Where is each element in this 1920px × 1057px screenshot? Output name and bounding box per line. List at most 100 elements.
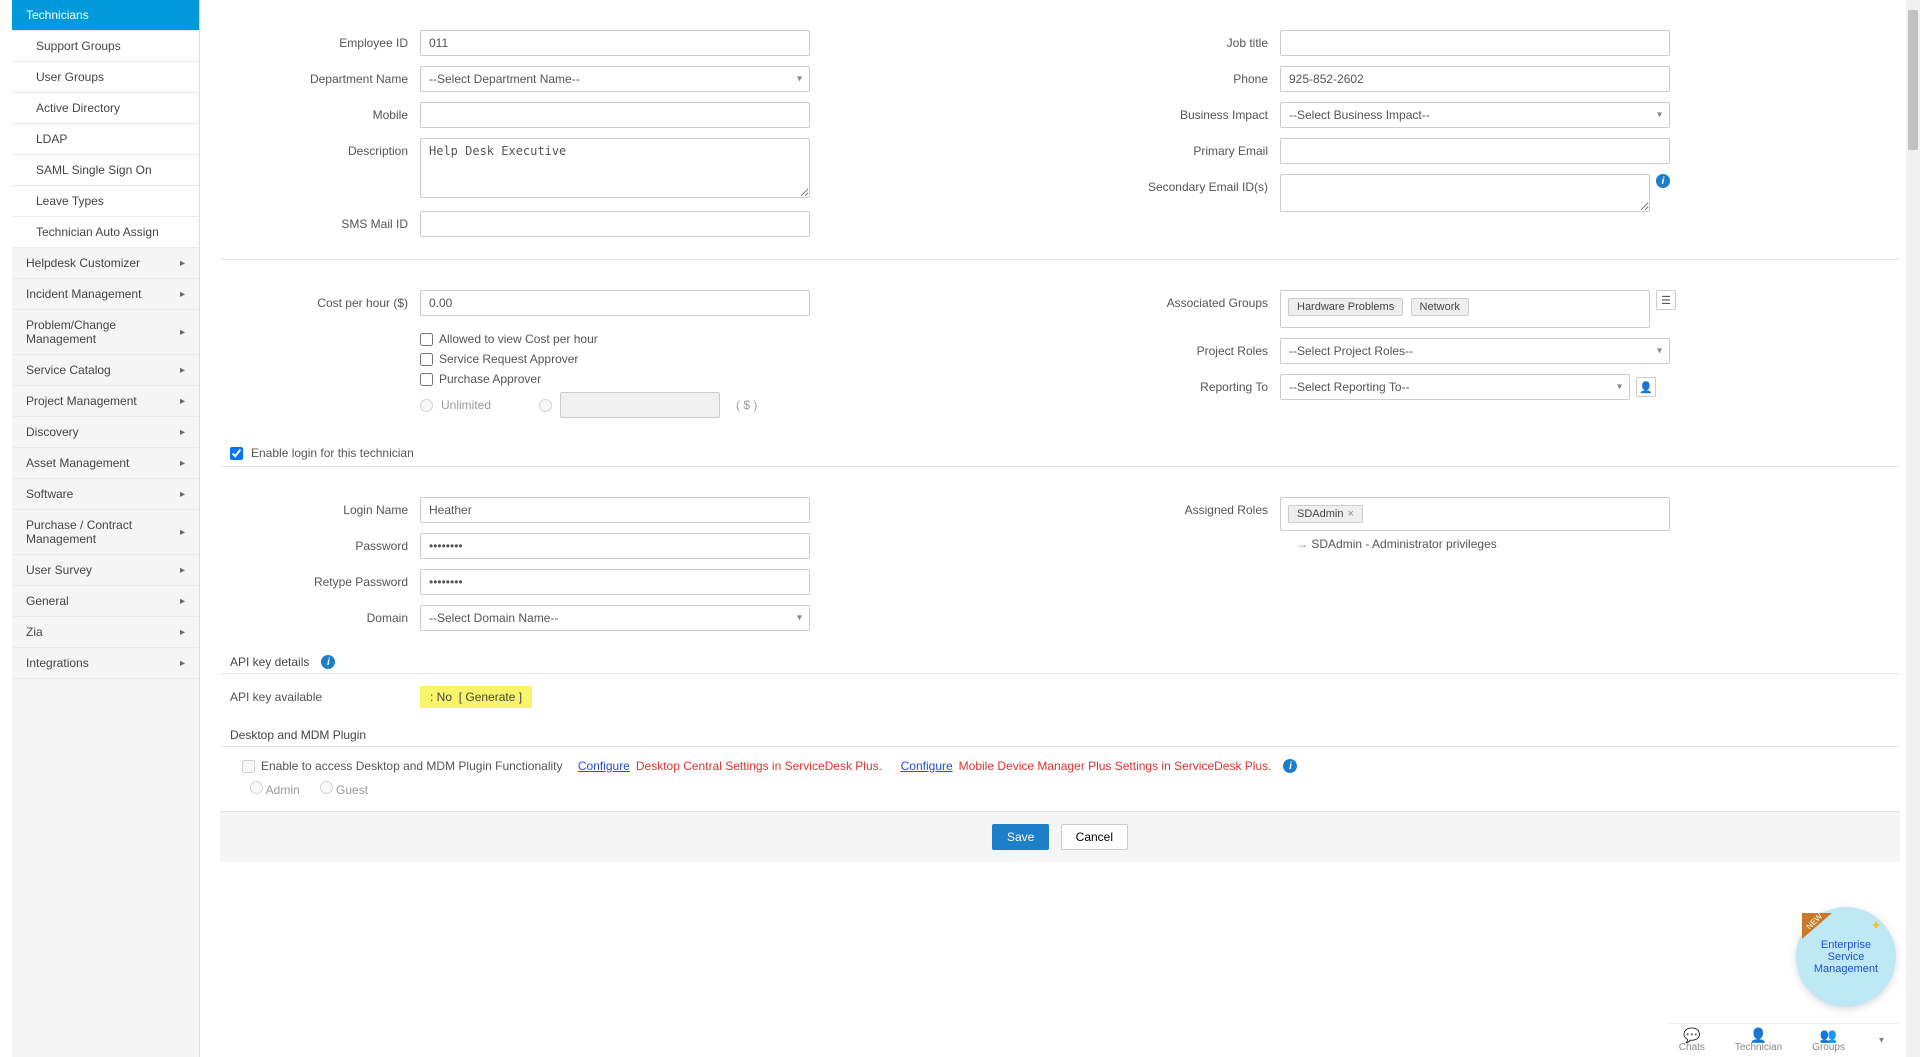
- sidebar-item-support-groups[interactable]: Support Groups: [12, 31, 199, 62]
- job-title-input[interactable]: [1280, 30, 1670, 56]
- sidebar-item-service-catalog[interactable]: Service Catalog▸: [12, 355, 199, 386]
- secondary-email-textarea[interactable]: [1280, 174, 1650, 212]
- dock-chats[interactable]: 💬Chats: [1679, 1028, 1705, 1053]
- chevron-right-icon: ▸: [180, 327, 185, 338]
- sidebar-item-incident-management[interactable]: Incident Management▸: [12, 279, 199, 310]
- sidebar-item-label: Technicians: [26, 8, 89, 22]
- sidebar-item-zia[interactable]: Zia▸: [12, 617, 199, 648]
- sidebar-item-software[interactable]: Software▸: [12, 479, 199, 510]
- assigned-roles-box[interactable]: SDAdmin×: [1280, 497, 1670, 531]
- enable-login-label: Enable login for this technician: [251, 446, 414, 460]
- info-icon[interactable]: i: [1656, 174, 1670, 188]
- generate-api-key-link[interactable]: [ Generate ]: [459, 690, 522, 704]
- sidebar-item-label: Active Directory: [36, 101, 120, 115]
- sidebar-item-helpdesk-customizer[interactable]: Helpdesk Customizer▸: [12, 248, 199, 279]
- purchase-approver-checkbox-row[interactable]: Purchase Approver: [420, 372, 1040, 386]
- scrollbar-thumb[interactable]: [1908, 10, 1918, 150]
- sidebar-item-project-management[interactable]: Project Management▸: [12, 386, 199, 417]
- password-input[interactable]: [420, 533, 810, 559]
- groups-icon: 👥: [1812, 1028, 1845, 1042]
- dock-groups[interactable]: 👥Groups: [1812, 1028, 1845, 1053]
- associated-groups-box[interactable]: Hardware Problems Network: [1280, 290, 1650, 328]
- sidebar-item-active-directory[interactable]: Active Directory: [12, 93, 199, 124]
- label-reporting-to: Reporting To: [1080, 374, 1280, 394]
- primary-email-input[interactable]: [1280, 138, 1670, 164]
- label-secondary-email: Secondary Email ID(s): [1080, 174, 1280, 194]
- employee-id-input[interactable]: [420, 30, 810, 56]
- retype-password-input[interactable]: [420, 569, 810, 595]
- business-impact-select[interactable]: --Select Business Impact--: [1280, 102, 1670, 128]
- login-name-input[interactable]: [420, 497, 810, 523]
- chevron-right-icon: ▸: [180, 365, 185, 376]
- label-retype-password: Retype Password: [220, 569, 420, 589]
- sr-approver-checkbox[interactable]: [420, 353, 433, 366]
- limit-suffix: ( $ ): [736, 398, 757, 412]
- sidebar-item-label: Project Management: [26, 394, 137, 408]
- dock-technician[interactable]: 👤Technician: [1735, 1028, 1782, 1053]
- cancel-button[interactable]: Cancel: [1061, 824, 1128, 850]
- sidebar-item-ldap[interactable]: LDAP: [12, 124, 199, 155]
- sr-approver-label: Service Request Approver: [439, 352, 578, 366]
- sidebar-item-leave-types[interactable]: Leave Types: [12, 186, 199, 217]
- sidebar-item-saml-single-sign-on[interactable]: SAML Single Sign On: [12, 155, 199, 186]
- label-employee-id: Employee ID: [220, 30, 420, 50]
- label-password: Password: [220, 533, 420, 553]
- info-icon[interactable]: i: [321, 655, 335, 669]
- configure-desktop-link[interactable]: Configure: [578, 759, 630, 773]
- purchase-approver-checkbox[interactable]: [420, 373, 433, 386]
- department-select[interactable]: --Select Department Name--: [420, 66, 810, 92]
- sidebar-item-user-survey[interactable]: User Survey▸: [12, 555, 199, 586]
- project-roles-select[interactable]: --Select Project Roles--: [1280, 338, 1670, 364]
- sidebar-item-general[interactable]: General▸: [12, 586, 199, 617]
- sidebar-item-label: Software: [26, 487, 73, 501]
- view-cost-checkbox[interactable]: [420, 333, 433, 346]
- sidebar-item-label: LDAP: [36, 132, 67, 146]
- admin-radio-row: Admin: [250, 781, 300, 797]
- limited-radio: [539, 399, 552, 412]
- sidebar-item-technician-auto-assign[interactable]: Technician Auto Assign: [12, 217, 199, 248]
- description-textarea[interactable]: Help Desk Executive: [420, 138, 810, 198]
- technician-icon: 👤: [1735, 1028, 1782, 1042]
- enable-login-checkbox[interactable]: [230, 447, 243, 460]
- api-details-heading: API key details: [230, 655, 309, 669]
- sidebar-item-integrations[interactable]: Integrations▸: [12, 648, 199, 679]
- chevron-right-icon: ▸: [180, 565, 185, 576]
- save-button[interactable]: Save: [992, 824, 1049, 850]
- phone-input[interactable]: [1280, 66, 1670, 92]
- sidebar-item-user-groups[interactable]: User Groups: [12, 62, 199, 93]
- esm-badge[interactable]: NEW ✦ Enterprise Service Management: [1796, 907, 1896, 1007]
- remove-role-icon[interactable]: ×: [1347, 508, 1353, 520]
- sidebar-item-label: Technician Auto Assign: [36, 225, 159, 239]
- sr-approver-checkbox-row[interactable]: Service Request Approver: [420, 352, 1040, 366]
- sidebar-item-asset-management[interactable]: Asset Management▸: [12, 448, 199, 479]
- sidebar-item-problem-change-management[interactable]: Problem/Change Management▸: [12, 310, 199, 355]
- sidebar-item-discovery[interactable]: Discovery▸: [12, 417, 199, 448]
- label-business-impact: Business Impact: [1080, 102, 1280, 122]
- scrollbar-track[interactable]: [1906, 0, 1920, 1057]
- view-cost-checkbox-row[interactable]: Allowed to view Cost per hour: [420, 332, 1040, 346]
- role-tag[interactable]: SDAdmin×: [1288, 505, 1363, 523]
- reporting-to-picker-icon[interactable]: 👤: [1636, 377, 1656, 397]
- sidebar-item-label: Problem/Change Management: [26, 318, 180, 346]
- sidebar-item-label: Leave Types: [36, 194, 104, 208]
- main-form: Employee ID Department Name --Select Dep…: [200, 0, 1920, 1057]
- sms-mail-input[interactable]: [420, 211, 810, 237]
- sidebar-item-technicians[interactable]: Technicians: [12, 0, 199, 31]
- right-column: Job title Phone Business Impact --Select…: [1080, 30, 1900, 247]
- bottom-dock: 💬Chats 👤Technician 👥Groups ▾: [1667, 1023, 1900, 1057]
- reporting-to-select[interactable]: --Select Reporting To--: [1280, 374, 1630, 400]
- group-tag[interactable]: Network: [1411, 298, 1469, 316]
- dock-collapse-icon[interactable]: ▾: [1875, 1035, 1888, 1046]
- info-icon[interactable]: i: [1283, 759, 1297, 773]
- configure-mdm-link[interactable]: Configure: [901, 759, 953, 773]
- sidebar-item-purchase-contract-management[interactable]: Purchase / Contract Management▸: [12, 510, 199, 555]
- cost-per-hour-input[interactable]: [420, 290, 810, 316]
- mobile-input[interactable]: [420, 102, 810, 128]
- chevron-right-icon: ▸: [180, 527, 185, 538]
- domain-select[interactable]: --Select Domain Name--: [420, 605, 810, 631]
- form-footer: Save Cancel: [220, 811, 1900, 862]
- desktop-central-text: Desktop Central Settings in ServiceDesk …: [636, 759, 882, 773]
- chevron-right-icon: ▸: [180, 427, 185, 438]
- groups-picker-icon[interactable]: ☰: [1656, 290, 1676, 310]
- group-tag[interactable]: Hardware Problems: [1288, 298, 1403, 316]
